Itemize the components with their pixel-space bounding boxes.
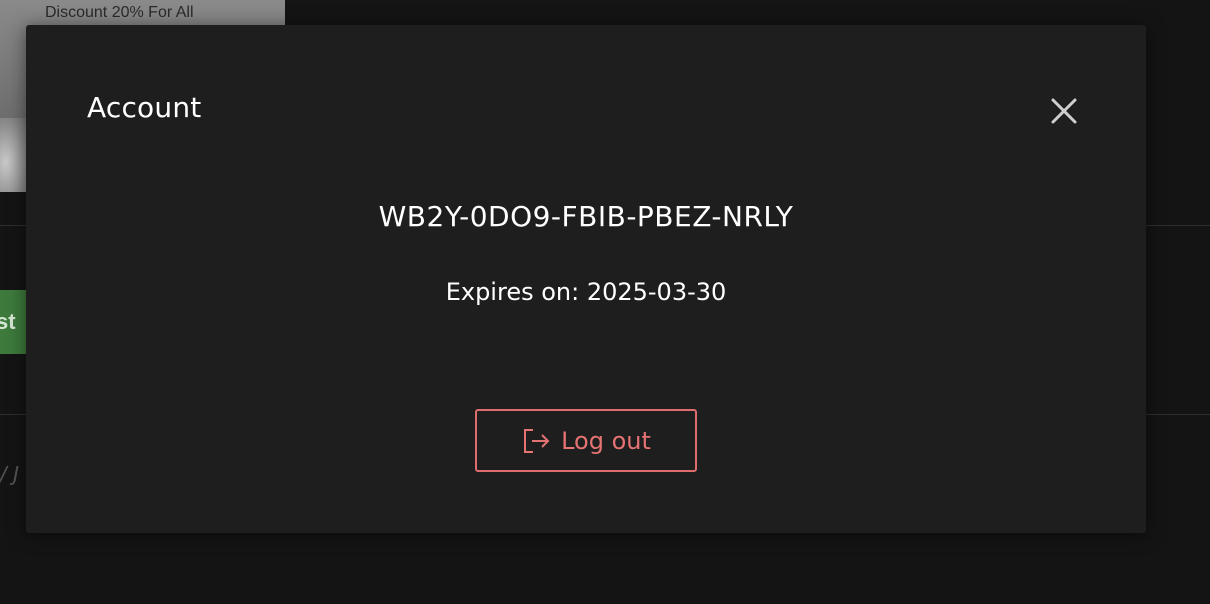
close-icon: [1044, 91, 1084, 131]
account-key: WB2Y-0DO9-FBIB-PBEZ-NRLY: [378, 200, 794, 233]
logout-label: Log out: [561, 426, 651, 455]
background-faint-text: / J: [0, 462, 19, 486]
promo-banner-text: Discount 20% For All: [45, 4, 194, 21]
expiration-date: Expires on: 2025-03-30: [445, 278, 727, 306]
page: Discount 20% For All st / J Account WB2Y…: [0, 0, 1210, 604]
account-dialog: Account WB2Y-0DO9-FBIB-PBEZ-NRLY Expires…: [26, 25, 1146, 533]
logout-icon: [521, 426, 551, 456]
close-button[interactable]: [1044, 91, 1084, 131]
logout-button[interactable]: Log out: [475, 409, 697, 472]
dialog-title: Account: [87, 91, 202, 124]
